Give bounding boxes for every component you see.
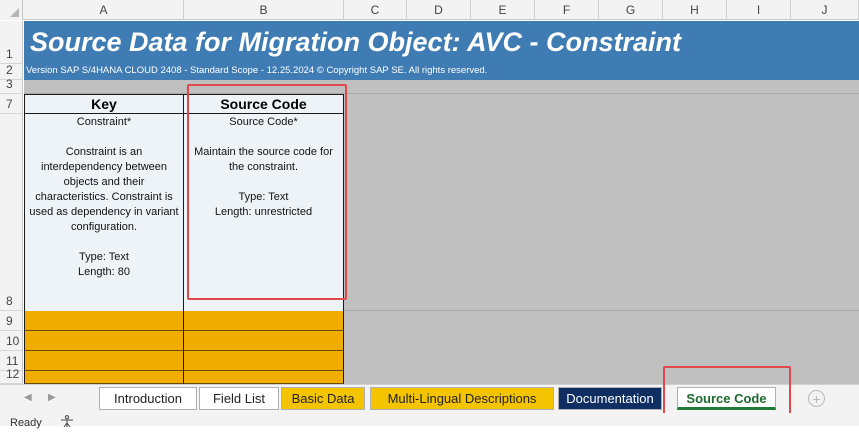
data-cell-a12[interactable] [24,371,184,384]
row-number: 9 [6,314,13,328]
desc-line: used as dependency in variant [29,206,179,218]
version-text: Version SAP S/4HANA CLOUD 2408 - Standar… [26,65,488,76]
highlight-box-source-code-tab [663,366,791,416]
row-divider [344,310,859,311]
row-header-9[interactable]: 9 [0,311,23,331]
desc-line: configuration. [70,221,138,233]
row-number: 1 [6,47,13,61]
key-description-cell[interactable]: Constraint* Constraint is an interdepend… [24,114,184,311]
data-cell-b9[interactable] [184,311,344,331]
triangle-left-icon[interactable]: ◀ [24,392,32,403]
column-header-d[interactable]: D [407,0,471,20]
data-cell-a9[interactable] [24,311,184,331]
column-header-g[interactable]: G [599,0,663,20]
row-header-8[interactable]: 8 [0,114,23,311]
select-all-corner[interactable] [0,0,23,20]
row-number: 11 [6,354,19,368]
data-cell-b11[interactable] [184,351,344,371]
data-cell-a11[interactable] [24,351,184,371]
desc-line: Type: Text [79,251,129,263]
column-header-f[interactable]: F [535,0,599,20]
tab-introduction[interactable]: Introduction [99,387,197,410]
column-header-a[interactable]: A [24,0,184,20]
column-header-e[interactable]: E [471,0,535,20]
empty-gray-area[interactable] [344,94,859,389]
desc-line: interdependency between [41,161,167,173]
row-number: 8 [6,294,13,308]
row-number: 7 [6,97,13,111]
column-header-c[interactable]: C [344,0,407,20]
row-3-fill[interactable] [24,80,859,94]
row-header-3[interactable]: 3 [0,77,23,94]
desc-line: Constraint* [76,116,132,128]
triangle-right-icon[interactable]: ▶ [48,392,56,403]
row-header-7[interactable]: 7 [0,94,23,114]
desc-line: Length: 80 [78,266,130,278]
column-divider [183,311,184,384]
data-cell-b12[interactable] [184,371,344,384]
key-header-cell[interactable]: Key [24,94,184,114]
highlight-box-source-code-column [187,84,347,300]
row-header-1[interactable]: 1 [0,21,23,64]
column-header-b[interactable]: B [184,0,344,20]
accessibility-icon-svg [61,415,73,428]
tab-field-list[interactable]: Field List [199,387,279,410]
tab-multi-lingual-descriptions[interactable]: Multi-Lingual Descriptions [370,387,554,410]
row-number: 3 [6,77,13,91]
status-bar [0,413,859,426]
tab-basic-data[interactable]: Basic Data [281,387,365,410]
row-number: 2 [6,63,13,77]
data-cell-a10[interactable] [24,331,184,351]
desc-line [25,130,183,145]
desc-line: Constraint is an [65,146,143,158]
tab-documentation[interactable]: Documentation [558,387,662,410]
desc-line: characteristics. Constraint is [35,191,173,203]
row-header-12[interactable]: 12 [0,367,23,384]
data-cell-b10[interactable] [184,331,344,351]
accessibility-icon[interactable] [60,414,74,428]
column-header-h[interactable]: H [663,0,727,20]
desc-line: objects and their [63,176,145,188]
column-header-i[interactable]: I [727,0,791,20]
row-number: 12 [6,367,20,381]
sheet-title: Source Data for Migration Object: AVC - … [30,27,682,57]
desc-line [25,235,183,250]
column-header-j[interactable]: J [791,0,859,20]
status-ready: Ready [10,417,42,429]
row-number: 10 [6,334,20,348]
plus-circle-icon[interactable]: + [808,390,825,407]
row-header-10[interactable]: 10 [0,331,23,351]
